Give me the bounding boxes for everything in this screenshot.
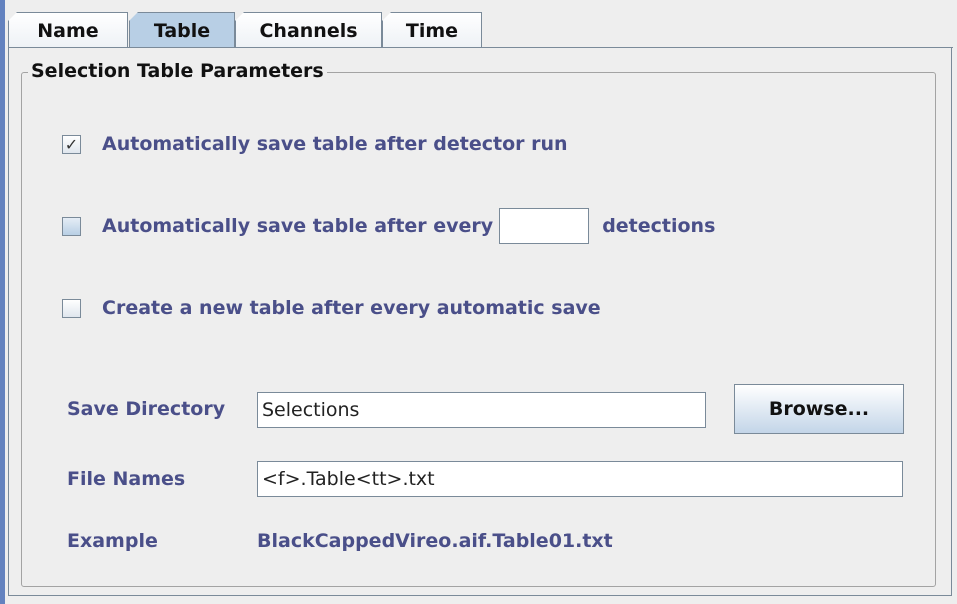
save-directory-label: Save Directory: [67, 398, 226, 420]
tab-strip: Name Table Channels Time: [8, 12, 953, 49]
new-table-after-save-label: Create a new table after every automatic…: [102, 297, 601, 319]
auto-save-after-run-row[interactable]: ✓ Automatically save table after detecto…: [62, 127, 568, 161]
tab-channels-label: Channels: [259, 20, 358, 42]
dialog-window: Name Table Channels Time Selection Table…: [0, 0, 957, 604]
auto-save-after-every-label: Automatically save table after every: [102, 215, 494, 237]
tab-time[interactable]: Time: [382, 12, 482, 47]
example-label: Example: [67, 530, 158, 552]
auto-save-after-run-label: Automatically save table after detector …: [102, 133, 568, 155]
detections-count-input[interactable]: [499, 208, 590, 244]
tab-time-label: Time: [405, 20, 459, 42]
example-value: BlackCappedVireo.aif.Table01.txt: [257, 530, 613, 552]
file-names-field[interactable]: <f>.Table<tt>.txt: [257, 461, 903, 497]
tab-table[interactable]: Table: [129, 12, 235, 49]
auto-save-after-every-checkbox[interactable]: [62, 216, 81, 236]
group-title: Selection Table Parameters: [28, 60, 327, 82]
file-names-label: File Names: [67, 468, 186, 490]
tab-name[interactable]: Name: [8, 12, 128, 47]
tab-channels[interactable]: Channels: [235, 12, 382, 47]
tab-name-label: Name: [37, 20, 99, 42]
browse-button[interactable]: Browse...: [734, 384, 904, 434]
auto-save-after-run-checkbox[interactable]: ✓: [62, 134, 81, 154]
window-left-edge: [0, 0, 5, 604]
save-directory-field[interactable]: Selections: [257, 392, 706, 428]
new-table-after-save-row[interactable]: Create a new table after every automatic…: [62, 291, 601, 325]
detections-label: detections: [602, 215, 716, 237]
tab-table-label: Table: [153, 20, 211, 42]
auto-save-after-every-row: Automatically save table after every det…: [62, 208, 716, 244]
new-table-after-save-checkbox[interactable]: [62, 298, 81, 318]
